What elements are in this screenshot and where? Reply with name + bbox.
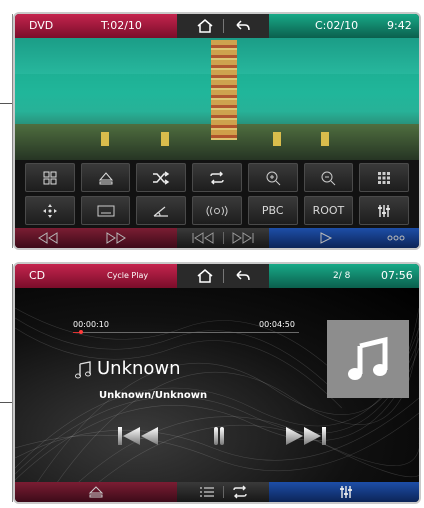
video-tower [211,40,237,140]
divider [223,19,224,33]
next-chapter-icon[interactable] [231,232,255,244]
bottom-bar-right [269,228,419,248]
divider [223,232,224,244]
cd-screen: CD Cycle Play 2/ 8 07:56 00:00:10 00:04:… [13,262,421,504]
list-icon[interactable] [199,486,215,498]
music-note-icon [75,361,91,379]
keypad-button[interactable] [359,163,409,192]
previous-track-icon[interactable] [115,424,161,448]
repeat-icon[interactable] [231,485,249,499]
bottom-bar-left [15,228,177,248]
pause-icon[interactable] [211,424,227,448]
angle-icon [153,206,169,217]
album-art [327,320,409,398]
video-post [101,132,109,146]
zoom-in-button[interactable] [247,163,298,192]
keypad-icon [378,171,391,184]
rewind-icon[interactable] [37,232,59,244]
clock: 07:56 [381,269,413,282]
cd-bottom-bar [15,482,419,502]
bottom-bar-left [15,482,177,502]
bottom-bar-right [269,482,419,502]
total-time: 00:04:50 [259,320,295,329]
more-icon[interactable] [387,234,405,242]
dvd-screen: DVD T:02/10 C:02/10 9:42 PBC ROOT [13,12,421,250]
dvd-control-grid: PBC ROOT [15,160,419,228]
home-icon[interactable] [195,267,215,285]
bottom-bar-middle [177,228,269,248]
angle-button[interactable] [136,196,187,225]
cd-player-area: 00:00:10 00:04:50 Unknown Unknown/Unknow… [15,288,419,486]
progress-knob[interactable] [78,330,83,334]
play-mode-label: Cycle Play [107,271,149,280]
dvd-bottom-bar [15,228,419,248]
play-icon[interactable] [319,232,333,244]
audio-button[interactable] [192,196,242,225]
page: DVD T:02/10 C:02/10 9:42 PBC ROOT CD Cyc… [0,0,424,508]
title-counter: T:02/10 [101,19,142,32]
track-title: Unknown [97,358,181,379]
source-label: CD [29,269,46,282]
root-menu-button[interactable]: ROOT [303,196,354,225]
chapter-counter: C:02/10 [315,19,359,32]
repeat-button[interactable] [192,163,242,192]
video-post [321,132,329,146]
video-post [161,132,169,146]
source-label: DVD [29,19,54,32]
eject-icon[interactable] [88,485,104,499]
shuffle-icon [153,170,170,185]
subtitle-button[interactable] [80,196,131,225]
eject-button[interactable] [80,163,131,192]
zoom-in-icon [266,171,281,185]
annotation-line [0,402,12,403]
shuffle-button[interactable] [136,163,187,192]
annotation-line [0,103,12,104]
dvd-status-bar: DVD T:02/10 C:02/10 9:42 [15,14,419,38]
progress-bar[interactable] [73,330,299,334]
equalizer-icon [378,204,391,217]
home-icon[interactable] [195,17,215,35]
zoom-out-button[interactable] [303,163,354,192]
divider [223,486,224,498]
fast-forward-icon[interactable] [105,232,127,244]
equalizer-icon[interactable] [339,485,353,499]
grid-menu-button[interactable] [25,163,75,192]
equalizer-button[interactable] [359,196,409,225]
video-playback-area[interactable] [15,38,419,160]
music-note-icon [348,336,388,380]
divider [223,269,224,283]
eject-icon [98,171,113,184]
video-post [273,132,281,146]
next-track-icon[interactable] [283,424,329,448]
cd-status-bar: CD Cycle Play 2/ 8 07:56 [15,264,419,288]
clock: 9:42 [387,19,412,32]
previous-chapter-icon[interactable] [191,232,215,244]
bottom-bar-middle [177,482,269,502]
track-counter: 2/ 8 [333,271,351,281]
repeat-icon [210,171,224,184]
pbc-button[interactable]: PBC [247,196,298,225]
grid-menu-icon [43,171,57,184]
back-arrow-icon[interactable] [233,267,253,285]
audio-icon [206,205,228,216]
zoom-out-icon [321,171,336,185]
elapsed-time: 00:00:10 [73,320,109,329]
move-button[interactable] [25,196,75,225]
back-arrow-icon[interactable] [233,17,253,35]
subtitle-icon [97,205,115,216]
artist-album: Unknown/Unknown [99,390,208,401]
move-arrows-icon [42,203,57,218]
